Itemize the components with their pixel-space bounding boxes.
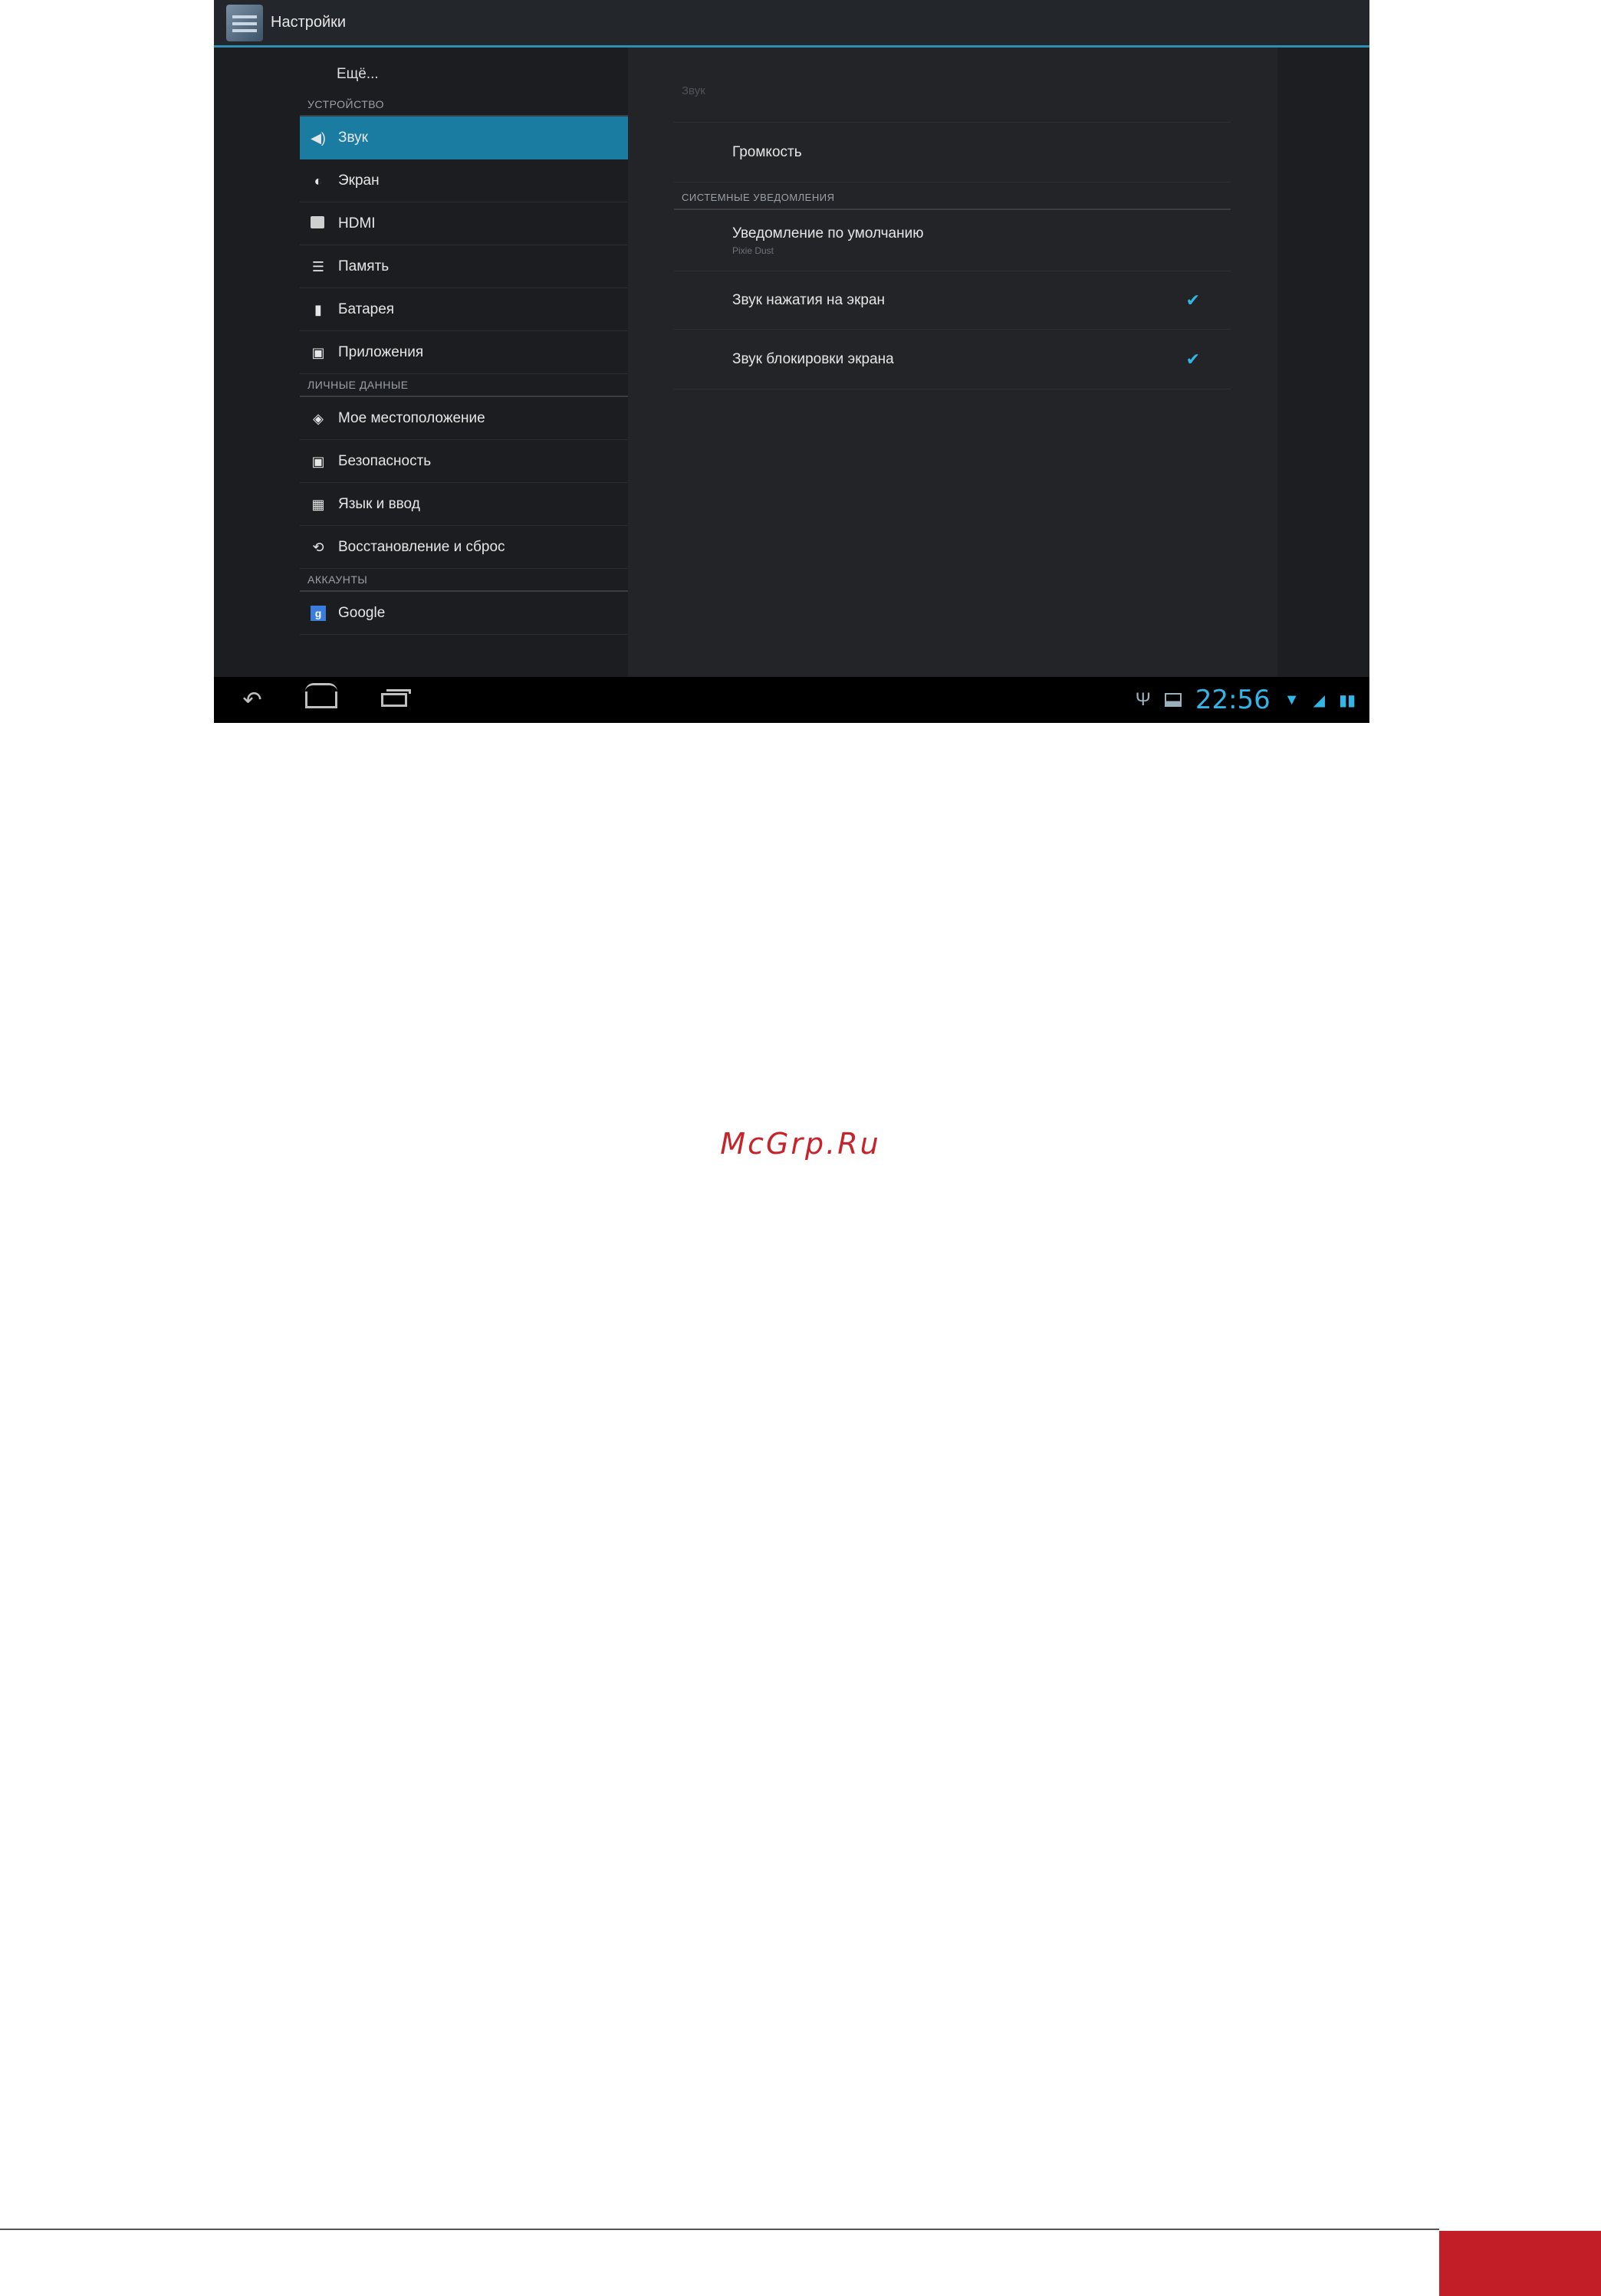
recent-apps-icon[interactable]: [371, 677, 417, 723]
status-area[interactable]: Ψ 22:56 ▼ ◢ ▮▮: [1136, 677, 1356, 723]
menu-item-label: Звук: [338, 130, 368, 146]
settings-app-icon[interactable]: [226, 4, 263, 41]
google-icon: g: [311, 605, 326, 621]
more-item[interactable]: Ещё...: [300, 55, 628, 94]
restore-icon: ⟲: [312, 539, 324, 555]
wifi-icon: ▼: [1284, 691, 1300, 708]
menu-item-location[interactable]: ◈ Мое местоположение: [300, 397, 628, 440]
settings-headers-panel: Ещё... УСТРОЙСТВО ◀) Звук ◐ Экран HDMI ☰…: [214, 48, 628, 677]
menu-item-label: Приложения: [338, 343, 424, 360]
lock-icon: ▣: [311, 453, 325, 469]
default-notification-value: Pixie Dust: [732, 245, 774, 256]
volume-row[interactable]: Громкость: [674, 123, 1231, 182]
home-icon[interactable]: [298, 677, 344, 723]
default-notification-row[interactable]: Уведомление по умолчанию Pixie Dust: [674, 210, 1231, 271]
footer-divider: [0, 2229, 1439, 2230]
touch-sounds-label: Звук нажатия на экран: [732, 291, 886, 308]
apps-icon: ▣: [311, 344, 325, 360]
menu-item-restore[interactable]: ⟲ Восстановление и сброс: [300, 526, 628, 569]
menu-item-hdmi[interactable]: HDMI: [300, 202, 628, 245]
menu-item-label: HDMI: [338, 215, 376, 232]
footer-red-block: [1439, 2231, 1601, 2296]
brightness-icon: ◐: [314, 172, 323, 189]
sound-settings-panel: Звук Громкость СИСТЕМНЫЕ УВЕДОМЛЕНИЯ Уве…: [628, 48, 1369, 677]
section-header-personal: ЛИЧНЫЕ ДАННЫЕ: [300, 374, 628, 397]
menu-item-storage[interactable]: ☰ Память: [300, 245, 628, 288]
menu-item-google[interactable]: g Google: [300, 592, 628, 635]
menu-item-apps[interactable]: ▣ Приложения: [300, 331, 628, 374]
right-strip: [1277, 48, 1369, 677]
menu-item-label: Память: [338, 258, 390, 274]
menu-item-label: Google: [338, 604, 386, 621]
lock-sound-row[interactable]: Звук блокировки экрана ✔: [674, 330, 1231, 389]
touch-sounds-row[interactable]: Звук нажатия на экран ✔: [674, 271, 1231, 330]
watermark: McGrp.Ru: [720, 1127, 881, 1161]
action-bar: Настройки: [214, 0, 1369, 48]
battery-icon: ▮: [314, 301, 322, 317]
menu-item-label: Безопасность: [338, 452, 432, 469]
default-notification-label: Уведомление по умолчанию: [732, 225, 924, 241]
clock: 22:56: [1195, 685, 1271, 715]
battery-status-icon: ▮▮: [1338, 691, 1356, 709]
lock-sound-checkbox-icon[interactable]: ✔: [1186, 350, 1200, 370]
signal-icon: ◢: [1313, 691, 1325, 709]
volume-label: Громкость: [732, 143, 802, 160]
hdmi-icon: [311, 215, 326, 232]
touch-sounds-checkbox-icon[interactable]: ✔: [1186, 291, 1200, 310]
menu-item-security[interactable]: ▣ Безопасность: [300, 440, 628, 483]
storage-icon: ☰: [311, 258, 325, 274]
back-icon[interactable]: ↶: [229, 677, 275, 723]
usb-icon: Ψ: [1135, 689, 1151, 710]
section-header-accounts: АККАУНТЫ: [300, 569, 628, 592]
menu-item-sound[interactable]: ◀) Звук: [300, 117, 628, 159]
keyboard-icon: ▦: [311, 496, 325, 512]
menu-item-display[interactable]: ◐ Экран: [300, 159, 628, 202]
section-header-notifications: СИСТЕМНЫЕ УВЕДОМЛЕНИЯ: [674, 182, 1231, 210]
menu-item-label: Восстановление и сброс: [338, 538, 505, 555]
page-title: Звук: [674, 48, 1231, 123]
menu-item-language[interactable]: ▦ Язык и ввод: [300, 483, 628, 526]
speaker-icon: ◀): [311, 130, 326, 146]
section-header-device: УСТРОЙСТВО: [300, 94, 628, 117]
menu-item-label: Экран: [338, 172, 380, 189]
screenshot-icon: [1164, 693, 1182, 707]
lock-sound-label: Звук блокировки экрана: [732, 350, 894, 367]
navigation-bar: ↶ Ψ 22:56 ▼ ◢ ▮▮: [214, 677, 1369, 723]
location-icon: ◈: [313, 410, 324, 426]
menu-item-label: Язык и ввод: [338, 495, 420, 512]
android-screen: Настройки Ещё... УСТРОЙСТВО ◀) Звук ◐ Эк…: [214, 0, 1369, 723]
app-title: Настройки: [271, 14, 347, 31]
menu-item-label: Батарея: [338, 301, 395, 317]
menu-item-battery[interactable]: ▮ Батарея: [300, 288, 628, 331]
menu-item-label: Мое местоположение: [338, 409, 485, 426]
